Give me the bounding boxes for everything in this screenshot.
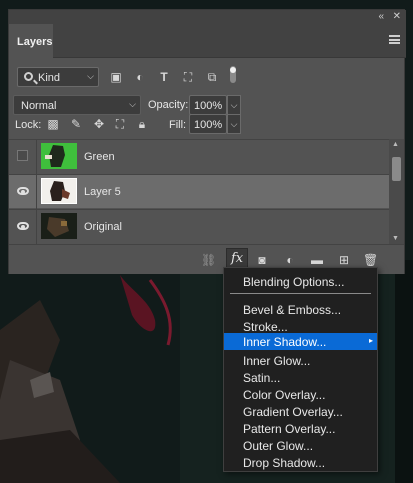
lock-artboard-icon[interactable]: ⛶ [113, 117, 127, 131]
lock-move-icon[interactable]: ✥ [92, 117, 106, 131]
menu-item-color-overlay[interactable]: Color Overlay... [224, 386, 377, 403]
layer-thumbnail [41, 213, 77, 239]
tab-layers[interactable]: Layers [9, 24, 53, 58]
menu-separator [230, 293, 371, 294]
opacity-label: Opacity: [148, 99, 189, 111]
menu-item-gradient-overlay[interactable]: Gradient Overlay... [224, 403, 377, 420]
layer-row-selected[interactable]: Layer 5 [9, 174, 389, 209]
blend-mode-value: Normal [21, 100, 57, 112]
lock-transparent-icon[interactable]: ▩ [46, 117, 60, 131]
layer-thumbnail [41, 143, 77, 169]
kind-filter-label: Kind [38, 72, 61, 84]
visibility-toggle[interactable] [9, 210, 37, 244]
menu-item-bevel-emboss[interactable]: Bevel & Emboss... [224, 301, 377, 318]
chevron-down-icon: ⌵ [129, 99, 136, 109]
layer-row[interactable]: Green [9, 139, 389, 174]
eye-icon [17, 187, 29, 195]
visibility-toggle[interactable] [9, 175, 37, 209]
search-icon [24, 72, 33, 81]
shape-filter-icon[interactable]: ⛶ [181, 70, 195, 84]
close-icon[interactable]: ✕ [393, 10, 401, 23]
menu-item-label: Inner Shadow... [243, 335, 327, 349]
scroll-up-icon[interactable]: ▲ [392, 141, 399, 148]
lock-label: Lock: [15, 119, 42, 131]
layer-style-menu: Blending Options... Bevel & Emboss... St… [223, 267, 378, 472]
menu-item-blending-options[interactable]: Blending Options... [224, 273, 377, 290]
new-group-icon[interactable]: ▬ [310, 253, 324, 267]
thumbnail-layer-5 [42, 179, 76, 203]
layer-name: Layer 5 [84, 186, 121, 198]
smart-object-filter-icon[interactable]: ⧉ [205, 70, 219, 84]
chevron-down-icon[interactable]: ⌵ [227, 114, 241, 134]
menu-item-inner-glow[interactable]: Inner Glow... [224, 352, 377, 369]
adjustment-filter-icon[interactable]: ◐ [133, 70, 147, 84]
panel-menu-icon[interactable] [389, 35, 400, 44]
menu-item-pattern-overlay[interactable]: Pattern Overlay... [224, 420, 377, 437]
menu-item-outer-glow[interactable]: Outer Glow... [224, 437, 377, 454]
scrollbar-thumb[interactable] [392, 157, 401, 181]
layer-name: Original [84, 221, 122, 233]
menu-item-inner-shadow[interactable]: Inner Shadow... ▸ [224, 333, 377, 350]
type-filter-icon[interactable]: T [157, 70, 171, 84]
link-layers-icon[interactable]: ⛓ [201, 253, 216, 267]
layer-name: Green [84, 151, 115, 163]
layer-row[interactable]: Original [9, 209, 389, 244]
visibility-toggle[interactable] [9, 140, 37, 174]
visibility-off-icon [17, 150, 28, 161]
lock-all-icon[interactable]: 🔒︎ [135, 117, 149, 131]
adjustment-layer-icon[interactable]: ◐ [283, 253, 297, 267]
layers-scrollbar[interactable]: ▲ ▼ [389, 139, 404, 244]
menu-item-drop-shadow[interactable]: Drop Shadow... [224, 454, 377, 471]
filter-toggle-graphic [230, 66, 236, 83]
thumbnail-green [41, 143, 77, 169]
chevron-down-icon: ⌵ [87, 71, 94, 81]
layers-list: Green Layer 5 Original [9, 139, 389, 244]
trash-icon[interactable]: 🗑︎ [363, 253, 378, 267]
blend-mode-select[interactable]: Normal ⌵ [13, 95, 141, 115]
add-mask-icon[interactable]: ◙ [255, 253, 269, 267]
panel-header-bar: « ✕ [9, 10, 406, 24]
double-chevron-icon[interactable]: « [378, 10, 384, 23]
fill-value: 100% [194, 119, 223, 131]
fx-icon: fx [231, 251, 244, 266]
opacity-value: 100% [194, 100, 223, 112]
scroll-down-icon[interactable]: ▼ [392, 235, 399, 242]
layer-thumbnail [41, 178, 77, 204]
menu-item-satin[interactable]: Satin... [224, 369, 377, 386]
lock-brush-icon[interactable]: ✎ [69, 117, 83, 131]
image-filter-icon[interactable]: ▣ [109, 70, 123, 84]
eye-icon [17, 222, 29, 230]
new-layer-icon[interactable]: ⊞ [337, 253, 351, 267]
submenu-arrow-icon: ▸ [368, 336, 373, 345]
layers-panel: « ✕ Layers Kind ⌵ ▣ ◐ T ⛶ ⧉ Normal ⌵ Opa… [8, 9, 406, 274]
kind-filter-select[interactable]: Kind ⌵ [17, 67, 99, 87]
filter-toggle-icon[interactable] [228, 65, 238, 85]
fill-input[interactable]: 100% [189, 114, 227, 134]
thumbnail-original [41, 213, 77, 239]
panel-tab-bar: Layers [9, 24, 406, 58]
opacity-input[interactable]: 100% [189, 95, 227, 115]
fill-label: Fill: [169, 119, 187, 131]
chevron-down-icon[interactable]: ⌵ [227, 95, 241, 115]
